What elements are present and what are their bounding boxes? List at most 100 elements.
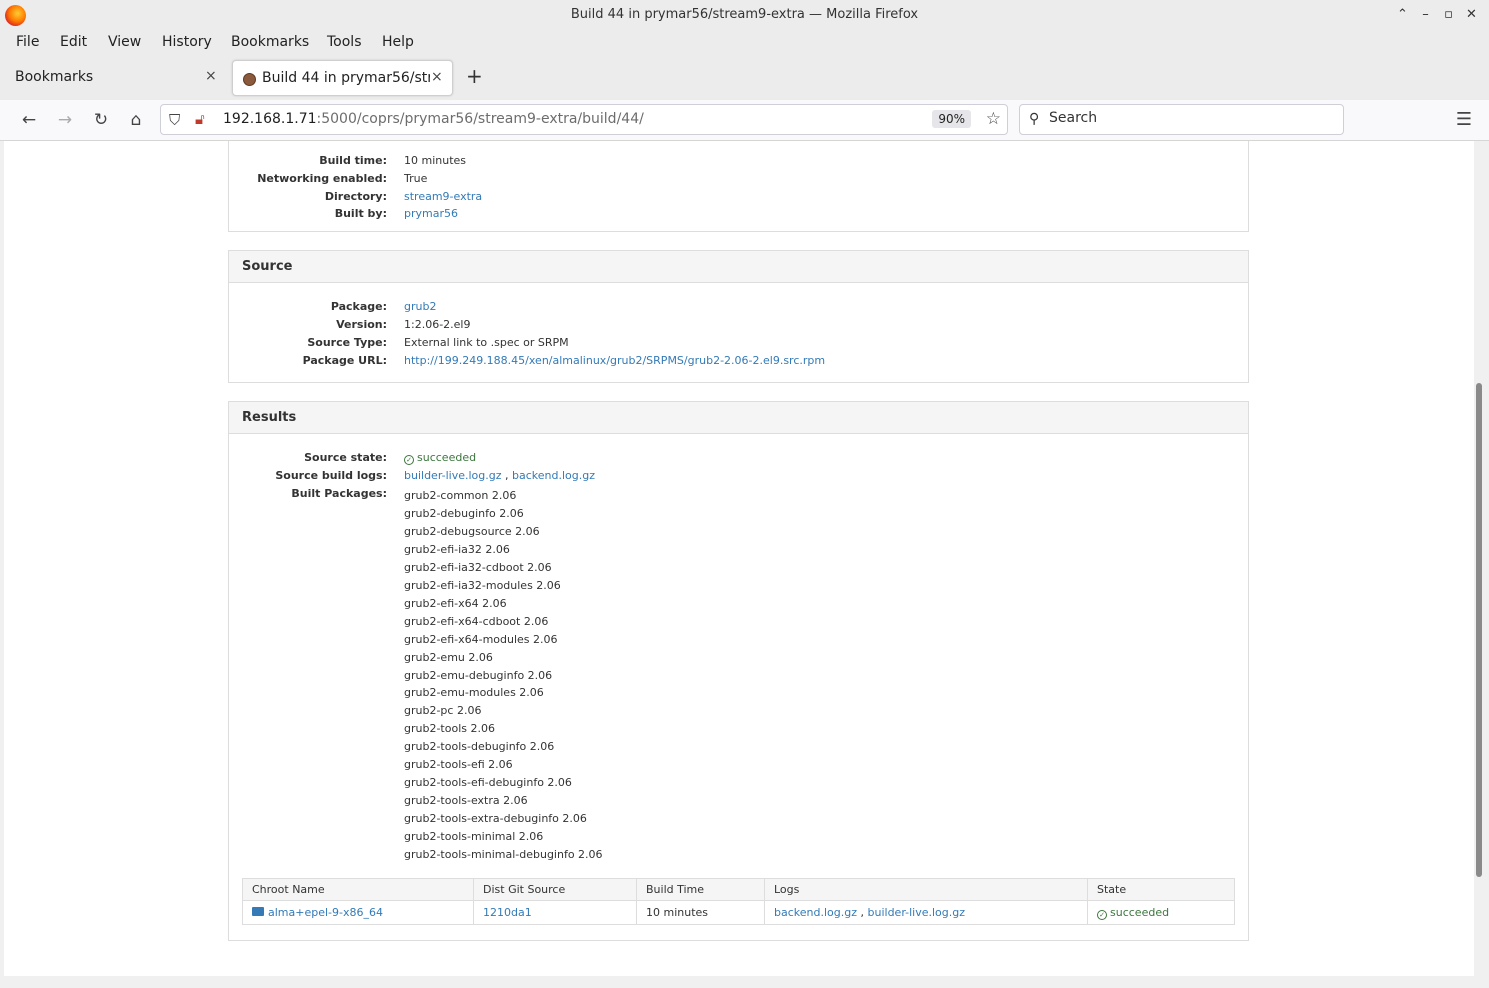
menu-file[interactable]: File: [16, 34, 39, 50]
menu-history[interactable]: History: [162, 34, 212, 50]
source-heading: Source: [229, 251, 1248, 283]
url-text[interactable]: 192.168.1.71:5000/coprs/prymar56/stream9…: [223, 111, 644, 127]
bookmark-star-icon[interactable]: ☆: [986, 109, 1001, 129]
chroot-link[interactable]: alma+epel-9-x86_64: [268, 906, 383, 919]
backend-log-link[interactable]: backend.log.gz: [512, 469, 595, 482]
tab-close-icon[interactable]: ×: [205, 68, 217, 84]
col-logs: Logs: [764, 878, 1088, 901]
built-packages-list: grub2-common 2.06 grub2-debuginfo 2.06 g…: [404, 487, 603, 864]
check-circle-icon: ✓: [1097, 909, 1107, 920]
dist-git-link[interactable]: 1210da1: [483, 906, 532, 919]
navigation-toolbar: ← → ↻ ⌂ ⛉ 🔓︎ 192.168.1.71:5000/coprs/pry…: [0, 100, 1489, 141]
tab-label: Build 44 in prymar56/stream9-extra: [262, 70, 430, 86]
menu-bookmarks[interactable]: Bookmarks: [231, 34, 309, 50]
builder-live-log-link[interactable]: builder-live.log.gz: [868, 906, 966, 919]
chroots-table: Chroot Name Dist Git Source Build Time L…: [242, 878, 1235, 925]
menu-edit[interactable]: Edit: [60, 34, 87, 50]
tab-bar: Bookmarks × Build 44 in prymar56/stream9…: [0, 56, 1489, 100]
list-item: grub2-pc 2.06: [404, 704, 482, 718]
table-row: alma+epel-9-x86_64 1210da1 10 minutes ba…: [242, 900, 1235, 925]
window-title: Build 44 in prymar56/stream9-extra — Moz…: [570, 7, 919, 22]
results-panel: Results Source state: ✓ succeeded Source …: [228, 401, 1249, 941]
list-item: grub2-efi-x64-modules 2.06: [404, 632, 558, 646]
list-item: grub2-efi-ia32-modules 2.06: [404, 578, 561, 592]
col-state: State: [1087, 878, 1235, 901]
tracking-shield-icon[interactable]: ⛉: [169, 111, 180, 129]
copr-favicon-icon: [243, 73, 256, 86]
new-tab-button[interactable]: +: [466, 64, 483, 88]
table-header-row: Chroot Name Dist Git Source Build Time L…: [242, 878, 1235, 901]
networking-value: True: [404, 172, 428, 185]
build-time-value: 10 minutes: [404, 154, 467, 167]
menu-bar: File Edit View History Bookmarks Tools H…: [0, 31, 1489, 56]
package-url-label: Package URL:: [302, 354, 387, 367]
tab-close-icon[interactable]: ×: [431, 69, 443, 85]
build-time-label: Build time:: [319, 154, 387, 167]
package-url-link[interactable]: http://199.249.188.45/xen/almalinux/grub…: [404, 354, 825, 367]
tab-label: Bookmarks: [15, 69, 94, 85]
check-circle-icon: ✓: [404, 455, 414, 465]
built-by-link[interactable]: prymar56: [404, 207, 458, 220]
list-item: grub2-tools 2.06: [404, 722, 495, 736]
page-scrollbar[interactable]: [1474, 141, 1485, 988]
chroot-cell: alma+epel-9-x86_64: [242, 900, 474, 925]
reload-icon[interactable]: ↻: [90, 109, 112, 131]
search-bar[interactable]: ⚲: [1019, 104, 1344, 135]
list-item: grub2-efi-x64-cdboot 2.06: [404, 614, 549, 628]
window-close-icon[interactable]: ✕: [1460, 5, 1483, 25]
list-item: grub2-common 2.06: [404, 489, 517, 502]
directory-label: Directory:: [324, 190, 387, 203]
source-type-label: Source Type:: [307, 336, 387, 349]
list-item: grub2-debuginfo 2.06: [404, 506, 524, 520]
app-menu-icon[interactable]: ☰: [1456, 109, 1472, 130]
state-cell: ✓ succeeded: [1087, 900, 1235, 925]
list-item: grub2-tools-efi-debuginfo 2.06: [404, 776, 572, 790]
col-build-time: Build Time: [636, 878, 765, 901]
menu-tools[interactable]: Tools: [327, 34, 362, 50]
results-heading: Results: [229, 402, 1248, 434]
source-state-value: ✓ succeeded: [404, 451, 476, 465]
package-label: Package:: [330, 300, 387, 313]
folder-open-icon: [252, 907, 264, 916]
built-by-label: Built by:: [334, 207, 387, 220]
menu-help[interactable]: Help: [382, 34, 414, 50]
build-details-panel: Build time: 10 minutes Networking enable…: [228, 141, 1249, 232]
insecure-lock-icon[interactable]: 🔓︎: [195, 110, 205, 128]
window-minimize-icon[interactable]: –: [1414, 5, 1437, 25]
window-maximize-icon[interactable]: ▫: [1437, 5, 1460, 25]
page-viewport: Build time: 10 minutes Networking enable…: [4, 141, 1474, 976]
list-item: grub2-tools-minimal 2.06: [404, 830, 544, 844]
url-bar[interactable]: ⛉ 🔓︎ 192.168.1.71:5000/coprs/prymar56/st…: [160, 104, 1008, 135]
list-item: grub2-tools-minimal-debuginfo 2.06: [404, 848, 603, 862]
package-link[interactable]: grub2: [404, 300, 436, 313]
tab-build-44[interactable]: Build 44 in prymar56/stream9-extra ×: [232, 60, 453, 96]
list-item: grub2-tools-debuginfo 2.06: [404, 740, 555, 754]
forward-arrow-icon[interactable]: →: [54, 109, 76, 131]
search-input[interactable]: [1049, 110, 1329, 126]
home-icon[interactable]: ⌂: [125, 109, 147, 131]
list-item: grub2-tools-efi 2.06: [404, 758, 513, 772]
directory-link[interactable]: stream9-extra: [404, 190, 482, 203]
list-item: grub2-tools-extra-debuginfo 2.06: [404, 812, 587, 826]
logs-cell: backend.log.gz , builder-live.log.gz: [764, 900, 1088, 925]
search-icon: ⚲: [1029, 111, 1040, 127]
list-item: grub2-emu-modules 2.06: [404, 686, 544, 700]
zoom-level-badge[interactable]: 90%: [932, 110, 971, 128]
source-state-label: Source state:: [304, 451, 387, 464]
list-item: grub2-debugsource 2.06: [404, 524, 540, 538]
tab-bookmarks[interactable]: Bookmarks ×: [5, 60, 227, 96]
back-arrow-icon[interactable]: ←: [18, 109, 40, 131]
col-dist-git: Dist Git Source: [473, 878, 637, 901]
menu-view[interactable]: View: [108, 34, 141, 50]
list-item: grub2-tools-extra 2.06: [404, 794, 528, 808]
col-chroot-name: Chroot Name: [242, 878, 474, 901]
build-time-cell: 10 minutes: [636, 900, 765, 925]
window-controls: ⌃ – ▫ ✕: [1391, 5, 1483, 25]
window-titlebar: Build 44 in prymar56/stream9-extra — Moz…: [0, 0, 1489, 31]
backend-log-link[interactable]: backend.log.gz: [774, 906, 857, 919]
scrollbar-thumb[interactable]: [1476, 383, 1482, 877]
builder-live-log-link[interactable]: builder-live.log.gz: [404, 469, 502, 482]
source-type-value: External link to .spec or SRPM: [404, 336, 569, 349]
version-value: 1:2.06-2.el9: [404, 318, 471, 331]
window-shade-icon[interactable]: ⌃: [1391, 5, 1414, 25]
